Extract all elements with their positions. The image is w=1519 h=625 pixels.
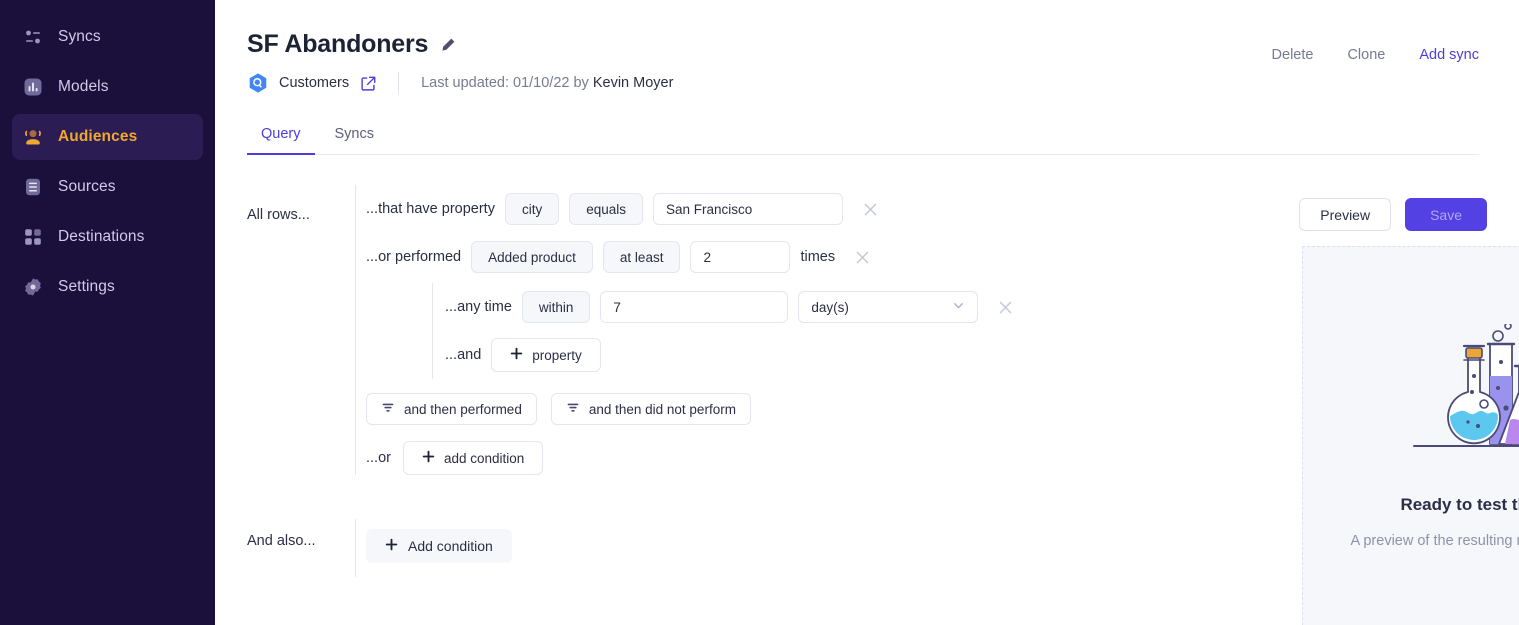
external-link-icon[interactable] xyxy=(361,76,376,91)
sidebar-item-label: Settings xyxy=(58,278,115,296)
nested-condition-block: ...any time within 7 day(s) xyxy=(432,283,1016,379)
tab-syncs[interactable]: Syncs xyxy=(321,118,389,155)
query-actions: Preview Save xyxy=(1299,198,1487,231)
sidebar-item-models[interactable]: Models xyxy=(12,64,203,110)
last-updated-user: Kevin Moyer xyxy=(593,75,674,91)
sidebar-item-settings[interactable]: Settings xyxy=(12,264,203,310)
condition-row-timeframe: ...any time within 7 day(s) xyxy=(445,283,1016,331)
sidebar-item-label: Sources xyxy=(58,178,116,196)
page-header: SF Abandoners Customers xyxy=(215,0,1519,94)
property-selector[interactable]: city xyxy=(505,193,559,225)
funnel-icon xyxy=(566,401,580,418)
remove-condition-button[interactable] xyxy=(994,296,1016,318)
condition-row-property: ...that have property city equals San Fr… xyxy=(366,185,1016,233)
database-icon xyxy=(22,176,44,198)
sidebar-item-destinations[interactable]: Destinations xyxy=(12,214,203,260)
plus-icon xyxy=(510,347,523,363)
delete-button[interactable]: Delete xyxy=(1272,47,1314,63)
and-then-performed-label: and then performed xyxy=(404,402,522,417)
then-buttons-row: and then performed and then did not per xyxy=(366,393,1016,425)
page-title: SF Abandoners xyxy=(247,30,428,59)
sliders-icon xyxy=(22,26,44,48)
timeframe-unit-select[interactable]: day(s) xyxy=(798,291,978,323)
tab-bar: Query Syncs xyxy=(247,118,1479,155)
plus-icon xyxy=(422,450,435,466)
tab-query[interactable]: Query xyxy=(247,118,315,155)
app-root: Syncs Models A xyxy=(0,0,1519,625)
condition-prefix: ...and xyxy=(445,347,481,363)
funnel-icon xyxy=(381,401,395,418)
gear-icon xyxy=(22,276,44,298)
add-condition-secondary-label: Add condition xyxy=(408,538,493,554)
condition-row-performed: ...or performed Added product at least 2… xyxy=(366,233,1016,281)
group-label-all-rows: All rows... xyxy=(247,185,355,475)
condition-prefix: ...that have property xyxy=(366,201,495,217)
remove-condition-button[interactable] xyxy=(859,198,881,220)
add-sync-button[interactable]: Add sync xyxy=(1419,47,1479,63)
pencil-icon[interactable] xyxy=(440,37,456,53)
grid-icon xyxy=(22,226,44,248)
plus-icon xyxy=(385,538,398,554)
sidebar-item-audiences[interactable]: Audiences xyxy=(12,114,203,160)
lab-flasks-illustration xyxy=(1402,324,1519,469)
add-condition-button-secondary[interactable]: Add condition xyxy=(366,529,512,563)
frequency-operator-selector[interactable]: at least xyxy=(603,241,681,273)
and-then-did-not-perform-label: and then did not perform xyxy=(589,402,736,417)
event-selector[interactable]: Added product xyxy=(471,241,593,273)
timeframe-amount-input[interactable]: 7 xyxy=(600,291,788,323)
sidebar-item-label: Syncs xyxy=(58,28,101,46)
operator-selector[interactable]: equals xyxy=(569,193,643,225)
add-property-button[interactable]: property xyxy=(491,338,601,372)
users-icon xyxy=(22,126,44,148)
frequency-count-input[interactable]: 2 xyxy=(690,241,790,273)
add-condition-label: add condition xyxy=(444,451,524,466)
chevron-down-icon xyxy=(952,299,965,315)
add-condition-button[interactable]: add condition xyxy=(403,441,543,475)
preview-empty-subtitle: A preview of the resulting rows will app… xyxy=(1350,533,1519,549)
or-add-condition-row: ...or add condition xyxy=(366,441,1016,475)
sidebar-item-label: Models xyxy=(58,78,109,96)
and-then-performed-button[interactable]: and then performed xyxy=(366,393,537,425)
add-property-label: property xyxy=(532,348,582,363)
preview-button[interactable]: Preview xyxy=(1299,198,1391,231)
times-label: times xyxy=(800,249,835,265)
group-body-and-also: Add condition xyxy=(355,519,512,577)
bigquery-hexagon-icon xyxy=(247,72,269,94)
header-actions: Delete Clone Add sync xyxy=(1272,47,1479,63)
group-label-and-also: And also... xyxy=(247,519,355,577)
save-button[interactable]: Save xyxy=(1405,198,1487,231)
source-row: Customers Last updated: 01/10/22 by Kevi… xyxy=(247,72,1479,94)
source-name[interactable]: Customers xyxy=(279,75,349,91)
last-updated-text: Last updated: 01/10/22 by Kevin Moyer xyxy=(421,75,673,91)
or-label: ...or xyxy=(366,450,391,466)
sidebar-item-syncs[interactable]: Syncs xyxy=(12,14,203,60)
header-divider xyxy=(398,72,399,94)
sidebar-item-label: Audiences xyxy=(58,128,137,146)
condition-row-add-property: ...and property xyxy=(445,331,1016,379)
bar-chart-icon xyxy=(22,76,44,98)
sidebar-item-label: Destinations xyxy=(58,228,145,246)
preview-empty-title: Ready to test this query? xyxy=(1400,495,1519,515)
preview-panel: Ready to test this query? A preview of t… xyxy=(1302,246,1519,625)
property-value-input[interactable]: San Francisco xyxy=(653,193,843,225)
timeframe-unit-value: day(s) xyxy=(811,300,849,315)
main-content: SF Abandoners Customers xyxy=(215,0,1519,625)
group-body-all-rows: ...that have property city equals San Fr… xyxy=(355,185,1016,475)
clone-button[interactable]: Clone xyxy=(1347,47,1385,63)
timeframe-operator-selector[interactable]: within xyxy=(522,291,591,323)
and-then-did-not-perform-button[interactable]: and then did not perform xyxy=(551,393,751,425)
sidebar-item-sources[interactable]: Sources xyxy=(12,164,203,210)
last-updated-prefix: Last updated: 01/10/22 by xyxy=(421,75,593,91)
remove-condition-button[interactable] xyxy=(851,246,873,268)
condition-prefix: ...any time xyxy=(445,299,512,315)
sidebar: Syncs Models A xyxy=(0,0,215,625)
condition-prefix: ...or performed xyxy=(366,249,461,265)
